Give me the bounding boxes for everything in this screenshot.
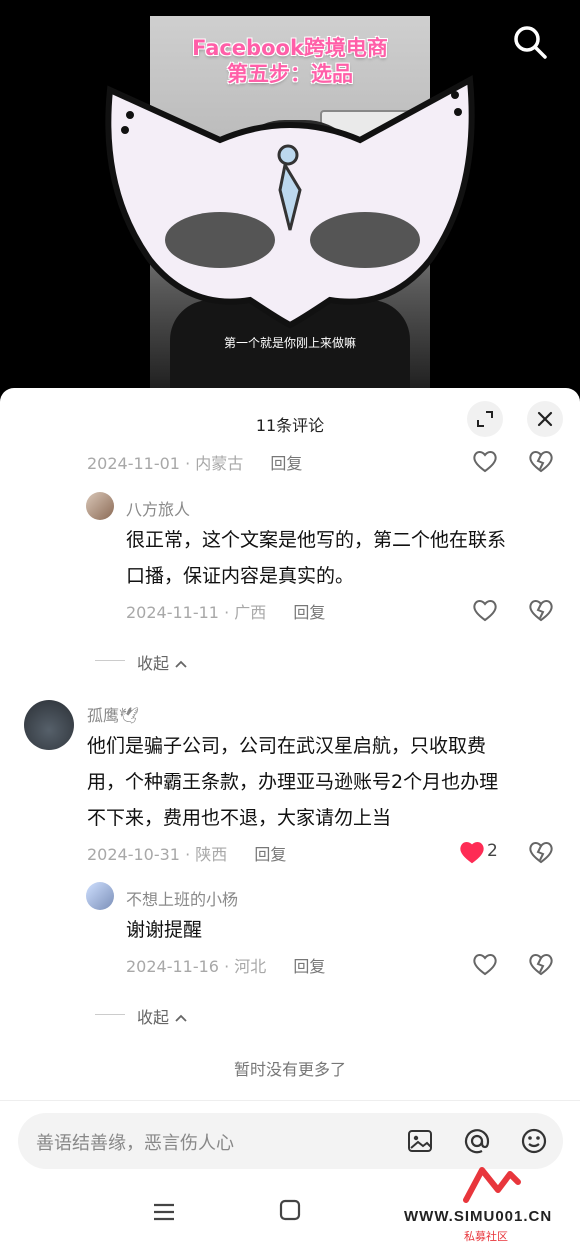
search-icon[interactable]: [512, 24, 548, 60]
comment-meta: 2024-11-11 · 广西 回复: [126, 603, 326, 622]
like-count: 2: [487, 841, 498, 861]
image-icon[interactable]: [406, 1127, 434, 1155]
heart-icon[interactable]: [471, 447, 499, 475]
logo-mark-icon: [463, 1167, 521, 1203]
commenter-name[interactable]: 孤鹰🕊: [87, 702, 139, 726]
video-title-line2: 第五步：选品: [227, 62, 353, 86]
broken-heart-icon[interactable]: [527, 596, 555, 624]
chevron-up-icon: [175, 1014, 187, 1022]
comment-date: 2024-11-16: [126, 957, 219, 976]
comment-region: 广西: [234, 603, 267, 622]
comment-date: 2024-11-11: [126, 603, 219, 622]
reply-button[interactable]: 回复: [293, 957, 325, 976]
close-button[interactable]: [527, 401, 563, 437]
comment-date: 2024-10-31: [87, 845, 180, 864]
commenter-name[interactable]: 不想上班的小杨: [126, 886, 238, 910]
reply-button[interactable]: 回复: [270, 454, 302, 473]
at-icon[interactable]: [463, 1127, 491, 1155]
comment-region: 陕西: [195, 845, 228, 864]
comment-text-line: 口播，保证内容是真实的。: [126, 565, 355, 587]
comment-region: 河北: [234, 957, 267, 976]
home-square-icon[interactable]: [278, 1198, 302, 1222]
reply-button[interactable]: 回复: [254, 845, 286, 864]
comment-meta: 2024-10-31 · 陕西 回复: [87, 845, 287, 864]
chevron-up-icon: [175, 660, 187, 668]
app-root: Facebook跨境电商 第五步：选品 第一个就是你刚上来做嘛 11条评论 20…: [0, 0, 580, 1246]
comment-meta: 2024-11-01 · 内蒙古 回复: [87, 454, 303, 473]
avatar[interactable]: [86, 882, 114, 910]
heart-icon[interactable]: [471, 596, 499, 624]
comment-text: 谢谢提醒: [126, 919, 203, 941]
heart-icon[interactable]: [458, 838, 486, 866]
avatar[interactable]: [86, 492, 114, 520]
comment-sheet: 11条评论 2024-11-01 · 内蒙古 回复 八方旅人 很正常，这个文案是…: [0, 388, 580, 1246]
broken-heart-icon[interactable]: [527, 447, 555, 475]
watermark-url: WWW.SIMU001.CN: [404, 1208, 553, 1225]
reply-button[interactable]: 回复: [293, 603, 325, 622]
menu-icon[interactable]: [152, 1200, 176, 1224]
watermark-sub: 私募社区: [464, 1230, 508, 1243]
video-subtitle: 第一个就是你刚上来做嘛: [223, 336, 356, 350]
comment-text-line: 很正常，这个文案是他写的，第二个他在联系: [126, 529, 507, 551]
comment-meta: 2024-11-16 · 河北 回复: [126, 957, 326, 976]
emoji-icon[interactable]: [520, 1127, 548, 1155]
comment-region: 内蒙古: [195, 454, 244, 473]
commenter-name[interactable]: 八方旅人: [126, 496, 190, 520]
comment-text-line: 不下来，费用也不退，大家请勿上当: [87, 807, 392, 829]
comment-date: 2024-11-01: [87, 454, 180, 473]
comment-input[interactable]: 善语结善缘，恶言伤人心: [18, 1113, 563, 1169]
avatar[interactable]: [24, 700, 74, 750]
broken-heart-icon[interactable]: [527, 950, 555, 978]
heart-icon[interactable]: [471, 950, 499, 978]
divider: [0, 1100, 580, 1101]
collapse-button[interactable]: 收起: [137, 650, 188, 674]
comment-text-line: 用，个种霸王条款，办理亚马逊账号2个月也办理: [87, 771, 499, 793]
cat-mask-image: [105, 75, 475, 329]
collapse-button[interactable]: 收起: [137, 1004, 188, 1028]
divider: [95, 1014, 125, 1015]
divider: [95, 660, 125, 661]
expand-icon: [477, 411, 493, 427]
broken-heart-icon[interactable]: [527, 838, 555, 866]
comment-text-line: 他们是骗子公司，公司在武汉星启航，只收取费: [87, 735, 487, 757]
video-player[interactable]: Facebook跨境电商 第五步：选品 第一个就是你刚上来做嘛: [0, 0, 580, 400]
close-icon: [537, 411, 553, 427]
watermark-logo: WWW.SIMU001.CN 私募社区: [402, 1164, 578, 1244]
comment-input-placeholder: 善语结善缘，恶言伤人心: [36, 1133, 234, 1154]
expand-button[interactable]: [467, 401, 503, 437]
no-more-text: 暂时没有更多了: [233, 1060, 346, 1079]
